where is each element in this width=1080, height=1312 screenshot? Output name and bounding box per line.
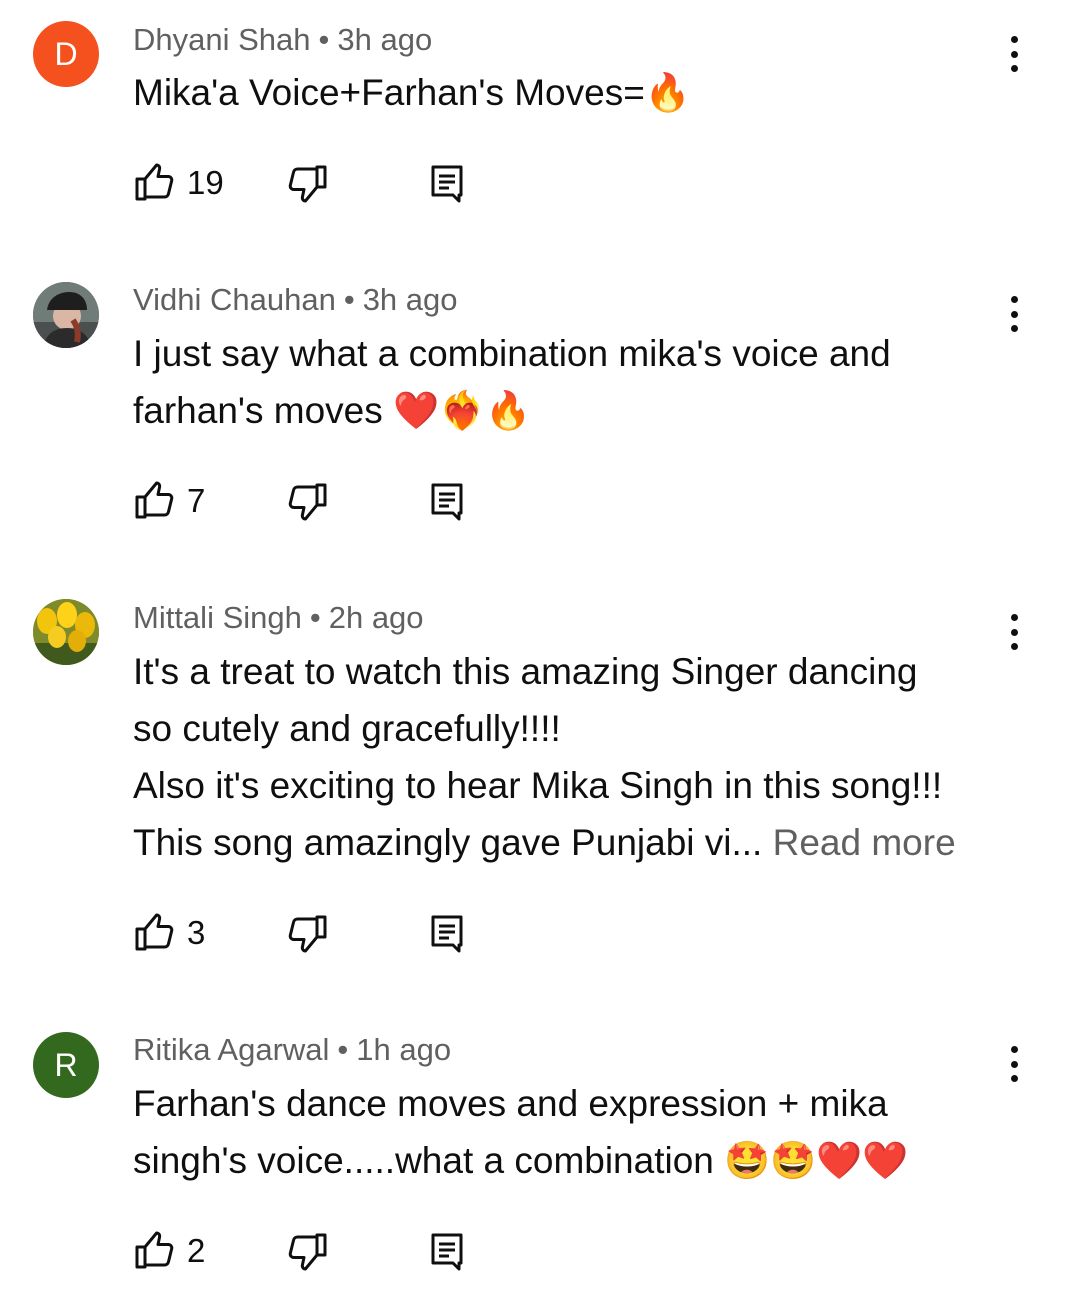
avatar[interactable]: D: [33, 21, 99, 87]
like-count: 3: [187, 914, 206, 951]
comment-meta: Mittali Singh • 2h ago: [133, 600, 424, 636]
like-button[interactable]: 2: [133, 1229, 205, 1273]
more-vertical-icon[interactable]: [1000, 32, 1028, 76]
like-button[interactable]: 7: [133, 479, 205, 523]
dislike-button[interactable]: [285, 161, 329, 205]
avatar[interactable]: [33, 282, 99, 348]
reply-button[interactable]: [425, 479, 469, 523]
comment-actions: 3: [133, 911, 533, 955]
author-name[interactable]: Dhyani Shah: [133, 22, 311, 57]
comment-time: 2h ago: [328, 600, 424, 635]
person-in-cap-photo: [33, 282, 99, 348]
reply-button[interactable]: [425, 911, 469, 955]
comment-time: 1h ago: [356, 1032, 452, 1067]
reply-icon: [431, 915, 463, 953]
thumbs-down-icon: [288, 165, 327, 203]
like-count: 7: [187, 482, 206, 519]
dislike-button[interactable]: [285, 479, 329, 523]
thumbs-up-icon: [135, 481, 174, 519]
reply-icon: [431, 483, 463, 521]
reply-icon: [431, 165, 463, 203]
read-more-link[interactable]: Read more: [773, 822, 956, 863]
comment-text: I just say what a combination mika's voi…: [133, 333, 891, 431]
like-count: 19: [187, 164, 224, 201]
thumbs-down-icon: [288, 915, 327, 953]
thumbs-down-icon: [288, 1233, 327, 1271]
thumbs-up-icon: [135, 163, 174, 201]
dislike-button[interactable]: [285, 911, 329, 955]
avatar-letter: R: [54, 1046, 78, 1083]
more-vertical-icon[interactable]: [1000, 1042, 1028, 1086]
like-button[interactable]: 3: [133, 911, 205, 955]
more-vertical-icon[interactable]: [1000, 292, 1028, 336]
dislike-button[interactable]: [285, 1229, 329, 1273]
avatar-letter: D: [54, 35, 78, 72]
comment-text: Farhan's dance moves and expression + mi…: [133, 1083, 909, 1181]
comment-time: 3h ago: [337, 22, 433, 57]
yellow-tulips-photo: [33, 599, 99, 665]
reply-icon: [431, 1233, 463, 1271]
like-count: 2: [187, 1232, 206, 1269]
reply-button[interactable]: [425, 1229, 469, 1273]
reply-button[interactable]: [425, 161, 469, 205]
comment-meta: Vidhi Chauhan • 3h ago: [133, 282, 458, 318]
thumbs-up-icon: [135, 913, 174, 951]
comment-meta: Ritika Agarwal • 1h ago: [133, 1032, 451, 1068]
comment-actions: 19: [133, 161, 533, 205]
author-name[interactable]: Ritika Agarwal: [133, 1032, 329, 1067]
author-name[interactable]: Mittali Singh: [133, 600, 302, 635]
avatar[interactable]: [33, 599, 99, 665]
comment-text: It's a treat to watch this amazing Singe…: [133, 643, 1003, 871]
meta-separator: •: [343, 282, 355, 317]
comment-time: 3h ago: [362, 282, 458, 317]
thumbs-down-icon: [288, 483, 327, 521]
like-button[interactable]: 19: [133, 161, 224, 205]
author-name[interactable]: Vidhi Chauhan: [133, 282, 336, 317]
meta-separator: •: [337, 1032, 349, 1067]
meta-separator: •: [309, 600, 321, 635]
meta-separator: •: [318, 22, 330, 57]
comment-text: Mika'a Voice+Farhan's Moves=🔥: [133, 72, 691, 113]
more-vertical-icon[interactable]: [1000, 610, 1028, 654]
avatar[interactable]: R: [33, 1032, 99, 1098]
thumbs-up-icon: [135, 1231, 174, 1269]
comment-actions: 2: [133, 1229, 533, 1273]
comment-actions: 7: [133, 479, 533, 523]
comment-meta: Dhyani Shah • 3h ago: [133, 22, 432, 58]
